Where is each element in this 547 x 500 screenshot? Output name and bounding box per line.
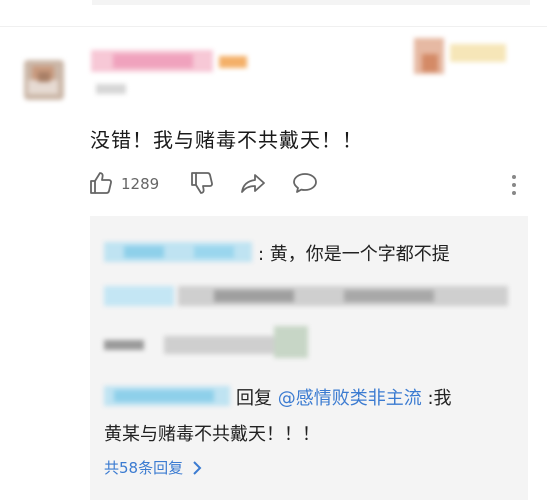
comment-text: 没错！我与赌毒不共戴天！！ — [90, 128, 363, 152]
view-more-replies-button[interactable]: 共58条回复 — [104, 457, 202, 479]
view-more-label: 共58条回复 — [104, 459, 184, 477]
replies-panel: : 黄，你是一个字都不提 回复 @感情败类非主流 :我 黄某与赌毒不共戴天！！！… — [90, 216, 528, 500]
thumbs-down-icon[interactable] — [189, 170, 215, 196]
chevron-right-icon — [192, 461, 202, 479]
mention-link[interactable]: @感情败类非主流 — [278, 388, 422, 409]
divider — [0, 26, 547, 27]
previous-comment-card — [92, 0, 530, 5]
reply-username-2[interactable] — [104, 384, 232, 408]
reply-username[interactable] — [104, 240, 254, 264]
comment-bubble-icon[interactable] — [292, 170, 318, 196]
thumbs-up-icon[interactable] — [88, 170, 114, 196]
reply-text-redacted — [104, 282, 514, 310]
reply-text: : 黄，你是一个字都不提 — [258, 244, 450, 265]
fan-badge — [410, 36, 510, 76]
like-count: 1289 — [121, 175, 160, 193]
share-icon[interactable] — [240, 170, 266, 196]
reply-text-redacted-2 — [104, 326, 324, 360]
more-vertical-icon[interactable] — [503, 173, 525, 197]
reply-word: 回复 — [236, 388, 272, 409]
comment-meta — [96, 84, 126, 94]
avatar[interactable] — [24, 60, 64, 100]
reply-line-1: 回复 @感情败类非主流 :我 — [236, 384, 452, 410]
reply-line-2: 黄某与赌毒不共戴天！！！ — [104, 424, 320, 445]
reply-text-a: :我 — [427, 388, 452, 409]
username[interactable] — [91, 48, 251, 74]
